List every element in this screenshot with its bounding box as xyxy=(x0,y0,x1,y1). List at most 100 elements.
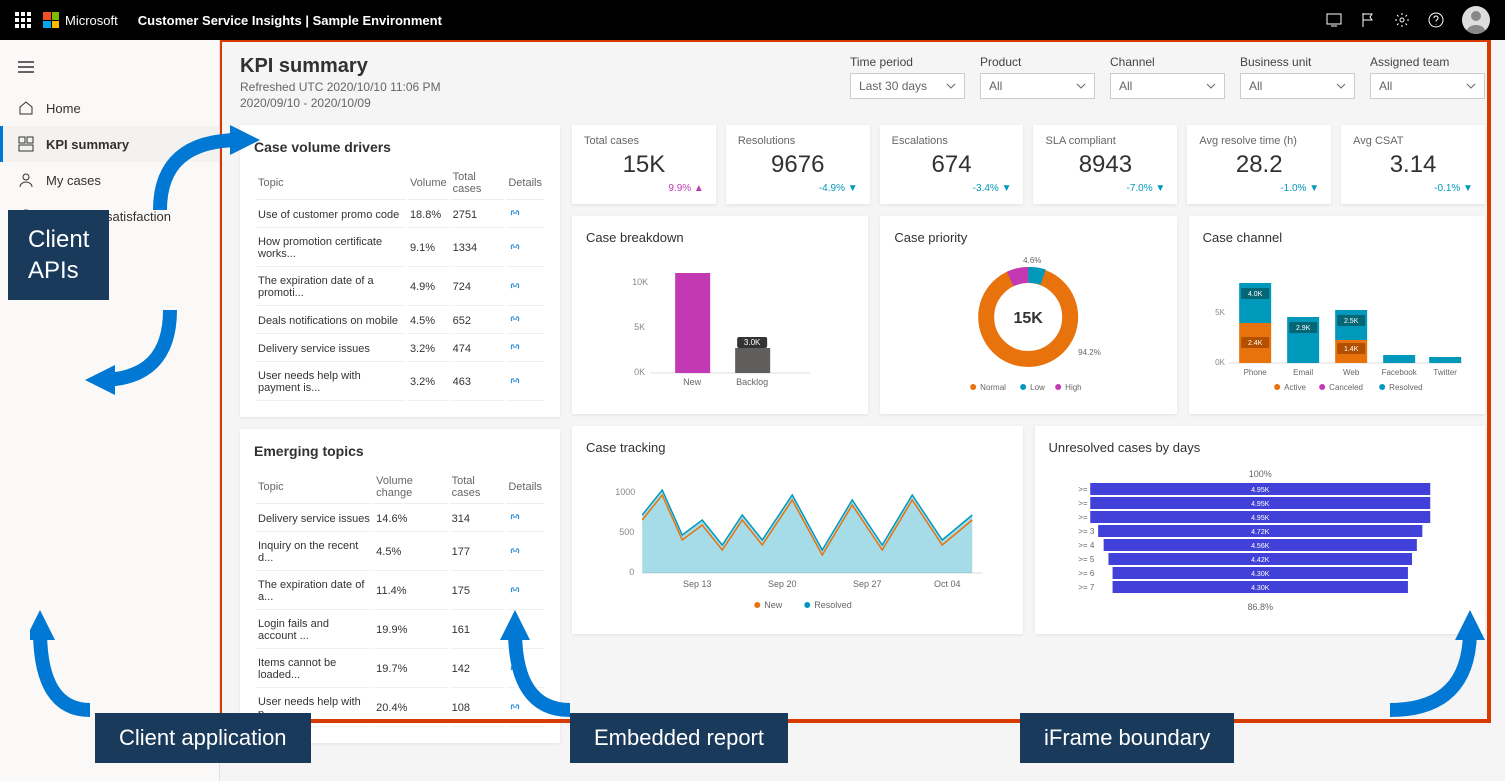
sidebar-item-label: My cases xyxy=(46,173,101,188)
svg-text:5K: 5K xyxy=(634,322,645,332)
svg-text:1.4K: 1.4K xyxy=(1344,346,1359,353)
page-header: KPI summary Refreshed UTC 2020/10/10 11:… xyxy=(240,55,441,110)
topic-cell: Deals notifications on mobile xyxy=(256,308,406,334)
column-header[interactable]: Volume xyxy=(408,167,449,200)
filter-select[interactable]: Last 30 days xyxy=(850,73,965,99)
filter-select[interactable]: All xyxy=(1240,73,1355,99)
total-cell: 161 xyxy=(450,612,505,649)
filter-time-period: Time period Last 30 days xyxy=(850,55,965,99)
filter-label: Time period xyxy=(850,55,965,69)
case-tracking-chart: Case tracking 1000 500 0 Sep 13 Sep 20 S… xyxy=(572,426,1023,634)
column-header[interactable]: Total cases xyxy=(451,167,505,200)
svg-text:>= 3: >= 3 xyxy=(1078,527,1095,536)
volume-cell: 4.5% xyxy=(374,534,447,571)
svg-text:Sep 13: Sep 13 xyxy=(683,579,712,589)
details-link[interactable] xyxy=(506,506,544,532)
column-header[interactable]: Topic xyxy=(256,471,372,504)
report-content: KPI summary Refreshed UTC 2020/10/10 11:… xyxy=(220,40,1505,781)
svg-text:>= 7: >= 7 xyxy=(1078,583,1095,592)
svg-text:New: New xyxy=(764,600,783,610)
details-link[interactable] xyxy=(506,534,544,571)
volume-cell: 14.6% xyxy=(374,506,447,532)
total-cell: 108 xyxy=(450,690,505,727)
svg-text:1000: 1000 xyxy=(615,487,635,497)
table-row[interactable]: How promotion certificate works... 9.1% … xyxy=(256,230,544,267)
column-header[interactable]: Details xyxy=(506,471,544,504)
flag-icon[interactable] xyxy=(1360,12,1376,28)
table-row[interactable]: Use of customer promo code 18.8% 2751 xyxy=(256,202,544,228)
app-launcher-icon[interactable] xyxy=(15,12,31,28)
volume-drivers-table: TopicVolumeTotal casesDetails Use of cus… xyxy=(254,165,546,403)
kpi-card: SLA compliant 8943 -7.0% ▼ xyxy=(1033,125,1177,204)
home-icon xyxy=(18,100,34,116)
table-row[interactable]: Inquiry on the recent d... 4.5% 177 xyxy=(256,534,544,571)
filter-select[interactable]: All xyxy=(1110,73,1225,99)
details-link[interactable] xyxy=(506,269,544,306)
kpi-value: 28.2 xyxy=(1199,151,1319,179)
volume-cell: 11.4% xyxy=(374,573,447,610)
help-icon[interactable] xyxy=(1428,12,1444,28)
svg-text:2.4K: 2.4K xyxy=(1248,340,1263,347)
link-icon xyxy=(508,242,522,252)
filter-assigned-team: Assigned team All xyxy=(1370,55,1485,99)
svg-text:4.72K: 4.72K xyxy=(1251,529,1270,536)
volume-cell: 20.4% xyxy=(374,690,447,727)
kpi-label: Resolutions xyxy=(738,135,858,147)
link-icon xyxy=(508,376,522,386)
case-channel-chart: Case channel 5K 0K 4.0K 2.4K 2.9K 2.5K xyxy=(1189,216,1485,414)
arrow-icon xyxy=(150,120,270,230)
details-link[interactable] xyxy=(506,308,544,334)
filter-select[interactable]: All xyxy=(980,73,1095,99)
table-row[interactable]: Delivery service issues 14.6% 314 xyxy=(256,506,544,532)
svg-text:Resolved: Resolved xyxy=(1389,383,1422,392)
filter-label: Business unit xyxy=(1240,55,1355,69)
filter-channel: Channel All xyxy=(1110,55,1225,99)
card-title: Emerging topics xyxy=(254,443,546,459)
details-link[interactable] xyxy=(506,202,544,228)
refreshed-text: Refreshed UTC 2020/10/10 11:06 PM xyxy=(240,80,441,94)
total-cell: 474 xyxy=(451,336,505,362)
volume-drivers-card: Case volume drivers TopicVolumeTotal cas… xyxy=(240,125,560,417)
table-row[interactable]: Deals notifications on mobile 4.5% 652 xyxy=(256,308,544,334)
kpi-card: Resolutions 9676 -4.9% ▼ xyxy=(726,125,870,204)
link-icon xyxy=(508,281,522,291)
gear-icon[interactable] xyxy=(1394,12,1410,28)
kpi-label: Escalations xyxy=(892,135,1012,147)
topic-cell: The expiration date of a promoti... xyxy=(256,269,406,306)
svg-text:0: 0 xyxy=(629,567,634,577)
column-header[interactable]: Details xyxy=(506,167,544,200)
dashboard-icon xyxy=(18,136,34,152)
column-header[interactable]: Topic xyxy=(256,167,406,200)
table-row[interactable]: The expiration date of a promoti... 4.9%… xyxy=(256,269,544,306)
svg-text:3.0K: 3.0K xyxy=(744,338,761,347)
arrow-icon xyxy=(70,300,190,400)
filter-label: Channel xyxy=(1110,55,1225,69)
column-header[interactable]: Volume change xyxy=(374,471,447,504)
table-row[interactable]: Delivery service issues 3.2% 474 xyxy=(256,336,544,362)
hamburger-icon[interactable] xyxy=(0,48,219,90)
kpi-card: Total cases 15K 9.9% ▲ xyxy=(572,125,716,204)
volume-cell: 4.5% xyxy=(408,308,449,334)
avatar[interactable] xyxy=(1462,6,1490,34)
volume-cell: 3.2% xyxy=(408,364,449,401)
details-link[interactable] xyxy=(506,364,544,401)
kpi-label: Avg resolve time (h) xyxy=(1199,135,1319,147)
svg-text:Twitter: Twitter xyxy=(1433,368,1457,377)
link-icon xyxy=(508,342,522,352)
link-icon xyxy=(508,546,522,556)
kpi-change: -7.0% ▼ xyxy=(1045,183,1165,194)
arrow-icon xyxy=(1380,580,1490,720)
kpi-change: -4.9% ▼ xyxy=(738,183,858,194)
total-cell: 2751 xyxy=(451,202,505,228)
filter-select[interactable]: All xyxy=(1370,73,1485,99)
filter-label: Assigned team xyxy=(1370,55,1485,69)
details-link[interactable] xyxy=(506,336,544,362)
kpi-value: 15K xyxy=(584,151,704,179)
screen-icon[interactable] xyxy=(1326,12,1342,28)
table-row[interactable]: User needs help with payment is... 3.2% … xyxy=(256,364,544,401)
chevron-down-icon xyxy=(1466,83,1476,89)
microsoft-logo: Microsoft xyxy=(43,12,118,28)
column-header[interactable]: Total cases xyxy=(450,471,505,504)
svg-text:2.5K: 2.5K xyxy=(1344,318,1359,325)
details-link[interactable] xyxy=(506,230,544,267)
